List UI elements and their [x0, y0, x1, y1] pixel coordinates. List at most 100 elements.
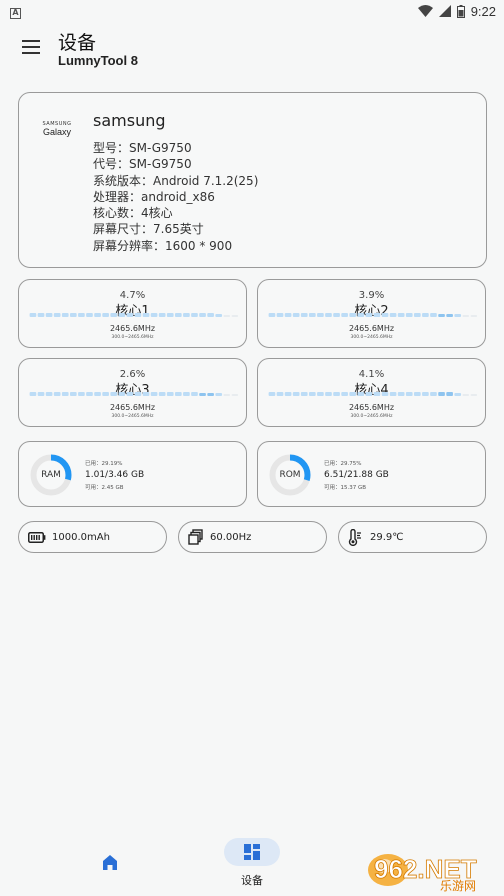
core-history-segment [223, 315, 231, 317]
core-history-segment [110, 313, 118, 317]
core-history-segment [215, 314, 223, 317]
core-history-segment [446, 314, 453, 317]
core-history-segment [397, 313, 405, 317]
core-history-segment [325, 392, 332, 396]
core-history-segment [94, 392, 101, 396]
core-history-segment [126, 392, 134, 396]
core-history-segment [37, 313, 45, 317]
core-usage-history [29, 392, 239, 396]
page-subtitle: LumnyTool 8 [58, 53, 138, 68]
spec-screen-size: 屏幕尺寸：7.65英寸 [93, 222, 204, 237]
core-history-segment [430, 392, 437, 396]
refresh-rate-pill: 60.00Hz [178, 521, 327, 553]
battery-status-icon [456, 4, 465, 18]
grid-dashboard-icon [244, 844, 260, 860]
core-history-segment [325, 313, 332, 317]
core-history-segment [166, 392, 174, 396]
ram-used-percent: 已用：29.19% [85, 461, 123, 467]
core-history-segment [102, 392, 109, 396]
core-history-segment [373, 392, 381, 396]
core-history-segment [166, 313, 174, 317]
core-history-segment [292, 313, 300, 317]
core-history-segment [110, 392, 118, 396]
device-info-card: SAMSUNG Galaxy samsung 型号：SM-G9750 代号：SM… [18, 92, 487, 268]
core-history-segment [174, 392, 182, 396]
core-history-segment [134, 313, 142, 317]
nav-device-label: 设备 [241, 874, 263, 887]
battery-pill: 1000.0mAh [18, 521, 167, 553]
core-card-2: 3.9% 核心2 2465.6MHz 300.0~2465.6MHz [257, 279, 486, 348]
spec-resolution: 屏幕分辨率：1600 * 900 [93, 238, 233, 253]
core-history-segment [405, 313, 413, 317]
temperature: 29.9℃ [370, 531, 404, 543]
rom-total: 6.51/21.88 GB [324, 470, 389, 480]
core-history-segment [317, 392, 324, 396]
core-history-segment [454, 393, 462, 396]
core-history-segment [118, 313, 126, 317]
battery-icon [28, 531, 46, 543]
core-history-segment [231, 394, 239, 396]
core-history-segment [142, 392, 150, 396]
core-frequency: 2465.6MHz [109, 403, 156, 412]
core-history-segment [300, 392, 308, 396]
menu-icon[interactable] [22, 40, 40, 54]
core-history-segment [29, 313, 37, 317]
device-name: samsung [93, 111, 166, 130]
rom-used-percent: 已用：29.75% [324, 461, 362, 467]
core-history-segment [333, 313, 340, 317]
core-history-segment [470, 315, 478, 317]
core-history-segment [231, 315, 239, 317]
refresh-rate: 60.00Hz [210, 531, 252, 543]
core-history-segment [446, 392, 453, 396]
core-frequency-range: 300.0~2465.6MHz [350, 414, 393, 419]
core-history-segment [78, 392, 85, 396]
core-history-segment [215, 393, 223, 396]
ram-label: RAM [41, 470, 61, 480]
core-frequency-range: 300.0~2465.6MHz [350, 335, 393, 340]
core-history-segment [158, 313, 166, 317]
core-history-segment [207, 313, 214, 317]
core-frequency: 2465.6MHz [109, 324, 156, 333]
core-history-segment [413, 313, 421, 317]
rom-available: 可用：15.37 GB [324, 485, 367, 491]
core-history-segment [349, 392, 357, 396]
core-history-segment [207, 393, 214, 396]
spec-model: 型号：SM-G9750 [93, 141, 192, 155]
core-history-segment [462, 394, 470, 396]
core-history-segment [357, 313, 365, 317]
core-history-segment [61, 392, 69, 396]
core-history-segment [199, 313, 206, 317]
home-icon[interactable] [97, 850, 123, 876]
core-history-segment [389, 392, 397, 396]
core-history-segment [292, 392, 300, 396]
rom-card: ROM 已用：29.75% 6.51/21.88 GB 可用：15.37 GB [257, 441, 486, 507]
spec-processor: 处理器：android_x86 [93, 189, 215, 204]
core-history-segment [268, 313, 276, 317]
core-frequency: 2465.6MHz [348, 324, 395, 333]
core-history-segment [53, 313, 61, 317]
brand-logo-bottom: Galaxy [42, 127, 71, 137]
core-history-segment [45, 313, 53, 317]
core-card-1: 4.7% 核心1 2465.6MHz 300.0~2465.6MHz [18, 279, 247, 348]
core-history-segment [150, 392, 158, 396]
core-history-segment [454, 314, 462, 317]
spec-core-count: 核心数：4核心 [93, 206, 173, 221]
watermark-logo: 962.NET 乐游网 [368, 854, 477, 892]
battery-capacity: 1000.0mAh [52, 531, 110, 543]
core-usage-history [268, 313, 478, 317]
core-history-segment [300, 313, 308, 317]
core-history-segment [223, 394, 231, 396]
nav-device-button[interactable] [224, 838, 280, 866]
core-history-segment [126, 313, 134, 317]
core-history-segment [69, 313, 77, 317]
core-history-segment [53, 392, 61, 396]
core-history-segment [94, 313, 101, 317]
spec-codename: 代号：SM-G9750 [93, 157, 192, 172]
core-frequency-range: 300.0~2465.6MHz [111, 335, 154, 340]
app-notification-icon: A [10, 7, 21, 19]
core-history-segment [470, 394, 478, 396]
core-history-segment [150, 313, 158, 317]
temperature-pill: 29.9℃ [338, 521, 487, 553]
core-history-segment [183, 313, 190, 317]
core-history-segment [389, 313, 397, 317]
